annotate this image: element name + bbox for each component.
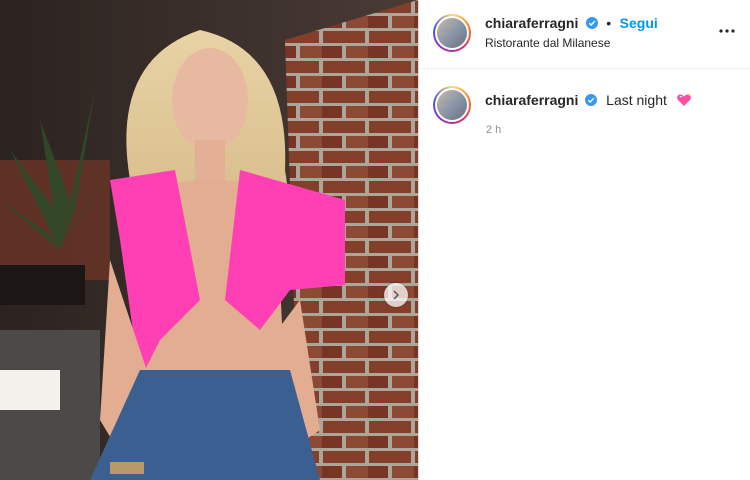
- follow-button[interactable]: Segui: [620, 15, 658, 31]
- chevron-right-icon: [393, 290, 400, 300]
- verified-badge-icon: [585, 94, 598, 106]
- caption-text: Last night: [606, 92, 667, 108]
- avatar[interactable]: [433, 14, 471, 52]
- avatar[interactable]: [433, 86, 471, 124]
- next-image-button[interactable]: [384, 283, 408, 307]
- more-options-icon[interactable]: [718, 22, 736, 40]
- post-photo[interactable]: [0, 0, 418, 480]
- location-link[interactable]: Ristorante dal Milanese: [485, 36, 610, 50]
- post-timestamp: 2 h: [486, 124, 502, 136]
- username[interactable]: chiaraferragni: [485, 15, 578, 31]
- post-window: chiaraferragni • Segui Ristorante dal Mi…: [0, 0, 750, 480]
- verified-badge-icon: [585, 17, 598, 29]
- post-header: chiaraferragni • Segui Ristorante dal Mi…: [419, 0, 750, 69]
- caption-username[interactable]: chiaraferragni: [485, 92, 578, 108]
- post-side-panel: chiaraferragni • Segui Ristorante dal Mi…: [418, 0, 750, 480]
- sparkling-heart-icon: [676, 93, 691, 106]
- separator-dot: •: [606, 15, 612, 31]
- photo-illustration: [0, 0, 418, 480]
